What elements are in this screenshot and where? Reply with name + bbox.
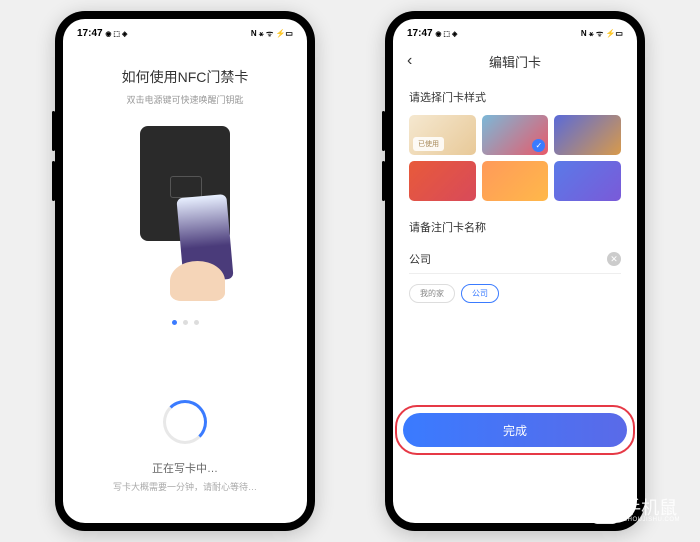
status-subtitle: 写卡大概需要一分钟，请耐心等待… xyxy=(113,480,257,493)
name-section-label: 请备注门卡名称 xyxy=(409,219,621,235)
name-input-row[interactable]: 公司 ✕ xyxy=(409,245,621,274)
status-time: 17:47 ◉ ⬚ ◈ xyxy=(77,28,127,39)
watermark-subtext: SHOUJISHU.COM xyxy=(623,517,680,523)
chip-my-home[interactable]: 我的家 xyxy=(409,284,455,303)
status-icons: N ⚹ ᯤ ⚡▭ xyxy=(581,28,623,39)
card-style-4[interactable] xyxy=(409,161,476,201)
edit-card-content: 请选择门卡样式 已使用 ✓ 请备注门卡名称 公司 ✕ xyxy=(393,79,637,523)
dot-1[interactable] xyxy=(172,320,177,325)
tutorial-content: 如何使用NFC门禁卡 双击电源键可快速唤醒门钥匙 正在写卡中… xyxy=(63,43,307,523)
card-style-1[interactable]: 已使用 xyxy=(409,115,476,155)
screen-left: 17:47 ◉ ⬚ ◈ N ⚹ ᯤ ⚡▭ 如何使用NFC门禁卡 双击电源键可快速… xyxy=(63,19,307,523)
watermark: ⬚ 手机鼠 SHOUJISHU.COM xyxy=(592,498,680,524)
done-button[interactable]: 完成 xyxy=(403,413,627,447)
style-section-label: 请选择门卡样式 xyxy=(409,89,621,105)
card-styles-grid: 已使用 ✓ xyxy=(409,115,621,201)
card-style-6[interactable] xyxy=(554,161,621,201)
clear-icon[interactable]: ✕ xyxy=(607,252,621,266)
name-chips: 我的家 公司 xyxy=(409,284,621,303)
tutorial-title: 如何使用NFC门禁卡 xyxy=(122,67,249,87)
nfc-illustration xyxy=(120,126,250,296)
screen-right: 17:47 ◉ ⬚ ◈ N ⚹ ᯤ ⚡▭ ‹ 编辑门卡 请选择门卡样式 已使用 … xyxy=(393,19,637,523)
phone-left: 17:47 ◉ ⬚ ◈ N ⚹ ᯤ ⚡▭ 如何使用NFC门禁卡 双击电源键可快速… xyxy=(55,11,315,531)
loading-spinner-icon xyxy=(163,400,207,444)
dot-3[interactable] xyxy=(194,320,199,325)
page-header: ‹ 编辑门卡 xyxy=(393,43,637,79)
watermark-logo-icon: ⬚ xyxy=(592,498,618,524)
page-title: 编辑门卡 xyxy=(489,52,541,71)
status-icons: N ⚹ ᯤ ⚡▭ xyxy=(251,28,293,39)
name-input-value: 公司 xyxy=(409,251,431,267)
dot-2[interactable] xyxy=(183,320,188,325)
page-indicator xyxy=(172,320,199,325)
back-icon[interactable]: ‹ xyxy=(407,52,412,70)
tutorial-subtitle: 双击电源键可快速唤醒门钥匙 xyxy=(126,93,243,106)
status-title: 正在写卡中… xyxy=(152,460,218,476)
writing-status-panel: 正在写卡中… 写卡大概需要一分钟，请耐心等待… xyxy=(113,376,257,523)
highlight-annotation: 完成 xyxy=(395,405,635,455)
status-bar: 17:47 ◉ ⬚ ◈ N ⚹ ᯤ ⚡▭ xyxy=(63,23,307,43)
hand-phone-graphic xyxy=(170,196,240,296)
phone-right: 17:47 ◉ ⬚ ◈ N ⚹ ᯤ ⚡▭ ‹ 编辑门卡 请选择门卡样式 已使用 … xyxy=(385,11,645,531)
card-style-2[interactable]: ✓ xyxy=(482,115,549,155)
card-style-3[interactable] xyxy=(554,115,621,155)
watermark-text: 手机鼠 xyxy=(623,499,680,517)
used-badge: 已使用 xyxy=(413,137,444,151)
check-icon: ✓ xyxy=(532,139,545,152)
status-time: 17:47 ◉ ⬚ ◈ xyxy=(407,28,457,39)
card-style-5[interactable] xyxy=(482,161,549,201)
chip-company[interactable]: 公司 xyxy=(461,284,499,303)
status-bar: 17:47 ◉ ⬚ ◈ N ⚹ ᯤ ⚡▭ xyxy=(393,23,637,43)
